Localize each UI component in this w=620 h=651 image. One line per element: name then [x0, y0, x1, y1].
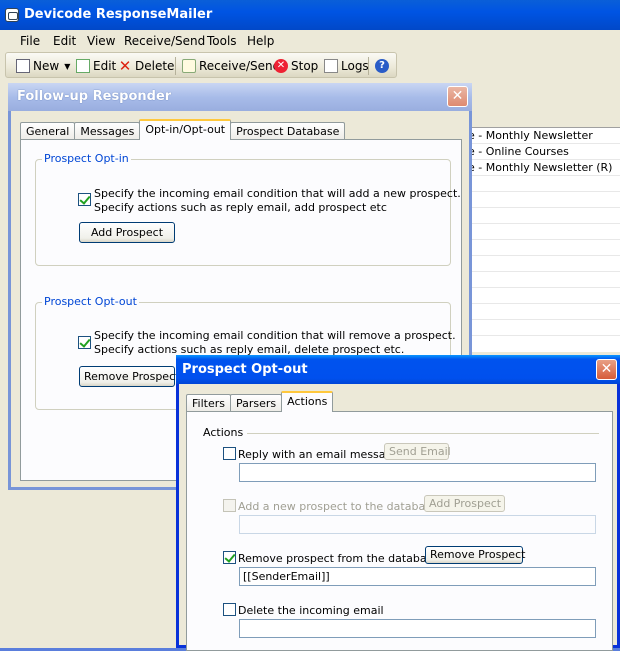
list-item[interactable]: e - Monthly Newsletter (R): [466, 160, 620, 176]
list-item[interactable]: [466, 208, 620, 224]
tab-filters[interactable]: Filters: [186, 394, 231, 412]
list-item[interactable]: [466, 224, 620, 240]
dialog-tabs: General Messages Opt-in/Opt-out Prospect…: [20, 119, 346, 140]
dialog-title: Follow-up Responder: [17, 89, 172, 104]
dialog-title-bar: Prospect Opt-out: [176, 355, 620, 384]
responder-list[interactable]: e - Monthly Newsletter e - Online Course…: [465, 128, 620, 353]
edit-icon: [76, 59, 90, 73]
main-toolbar: New ▼ Edit ✕ Delete Receive/Send ✕ Stop …: [5, 52, 397, 78]
receive-send-label: Receive/Send: [199, 59, 281, 73]
reply-label: Reply with an email message: [238, 448, 400, 461]
list-item[interactable]: [466, 288, 620, 304]
remove-prospect-checkbox[interactable]: [223, 551, 236, 564]
dialog-tabs: Filters Parsers Actions: [186, 391, 334, 412]
delete-label: Delete: [135, 59, 175, 73]
menu-file[interactable]: File: [20, 34, 40, 48]
help-icon: ?: [375, 59, 389, 73]
remove-prospect-label: Remove prospect from the database: [238, 552, 440, 565]
section-divider: [247, 433, 599, 434]
menu-help[interactable]: Help: [247, 34, 274, 48]
add-prospect-field[interactable]: [239, 515, 596, 534]
close-icon: ✕: [600, 361, 613, 377]
optin-checkbox[interactable]: [78, 193, 91, 206]
new-icon: [16, 59, 30, 73]
reply-email-field[interactable]: [239, 463, 596, 482]
add-prospect-checkbox[interactable]: [223, 499, 236, 512]
remove-prospect-button[interactable]: Remove Prospect: [425, 546, 525, 564]
delete-email-field[interactable]: [239, 619, 596, 638]
remove-prospect-button[interactable]: Remove Prospect: [79, 366, 179, 387]
menu-bar: File Edit View Receive/Send Tools Help: [0, 30, 620, 52]
edit-label: Edit: [93, 59, 117, 73]
receive-send-button[interactable]: Receive/Send: [182, 58, 280, 74]
list-item[interactable]: [466, 240, 620, 256]
add-prospect-button[interactable]: Add Prospect: [424, 495, 505, 512]
list-item[interactable]: [466, 176, 620, 192]
dialog-title-bar: Follow-up Responder: [8, 83, 472, 111]
menu-tools[interactable]: Tools: [207, 34, 237, 48]
list-item[interactable]: e - Online Courses: [466, 144, 620, 160]
group-title: Prospect Opt-out: [42, 295, 139, 308]
prospect-optout-dialog: Prospect Opt-out ✕ Filters Parsers Actio…: [176, 355, 620, 651]
help-button[interactable]: ?: [375, 58, 389, 74]
tab-actions[interactable]: Actions: [281, 391, 334, 412]
remove-prospect-field[interactable]: [[SenderEmail]]: [239, 567, 596, 586]
main-title-bar: Devicode ResponseMailer: [0, 0, 620, 30]
list-item[interactable]: [466, 304, 620, 320]
list-header: [465, 110, 620, 128]
app-icon: [5, 8, 19, 22]
section-label: Actions: [203, 426, 244, 439]
optout-checkbox[interactable]: [78, 336, 91, 349]
list-item[interactable]: [466, 272, 620, 288]
send-email-button[interactable]: Send Email: [384, 443, 451, 460]
delete-email-label: Delete the incoming email: [238, 604, 384, 617]
toolbar-separator: [368, 57, 369, 75]
optin-description-line1: Specify the incoming email condition tha…: [94, 187, 461, 200]
edit-button[interactable]: Edit: [76, 58, 116, 74]
add-prospect-label: Add a new prospect to the database: [238, 500, 438, 513]
tab-prospect-database[interactable]: Prospect Database: [230, 122, 346, 140]
app-title: Devicode ResponseMailer: [24, 7, 213, 22]
delete-button[interactable]: ✕ Delete: [118, 57, 175, 75]
prospect-optin-group: Prospect Opt-in Specify the incoming ema…: [35, 152, 461, 266]
delete-email-checkbox[interactable]: [223, 603, 236, 616]
new-button[interactable]: New ▼: [16, 58, 70, 74]
stop-icon: ✕: [274, 59, 288, 73]
close-button[interactable]: ✕: [596, 359, 617, 380]
close-button[interactable]: ✕: [447, 86, 468, 107]
dropdown-arrow-icon[interactable]: ▼: [64, 62, 70, 71]
background-panel: [0, 80, 8, 648]
optout-description-line1: Specify the incoming email condition tha…: [94, 329, 456, 342]
dialog-title: Prospect Opt-out: [182, 362, 308, 377]
list-item[interactable]: [466, 192, 620, 208]
close-icon: ✕: [451, 88, 464, 104]
logs-icon: [324, 59, 338, 73]
receive-send-icon: [182, 59, 196, 73]
tab-panel: Actions Reply with an email message Send…: [186, 411, 613, 651]
add-prospect-button[interactable]: Add Prospect: [79, 222, 175, 243]
reply-checkbox[interactable]: [223, 447, 236, 460]
menu-edit[interactable]: Edit: [53, 34, 76, 48]
tab-general[interactable]: General: [20, 122, 76, 140]
stop-label: Stop: [291, 59, 319, 73]
delete-icon: ✕: [118, 57, 132, 75]
list-item[interactable]: [466, 256, 620, 272]
tab-messages[interactable]: Messages: [74, 122, 141, 140]
tab-opt-in-opt-out[interactable]: Opt-in/Opt-out: [139, 119, 232, 140]
toolbar-separator: [175, 57, 176, 75]
new-label: New: [33, 59, 60, 73]
menu-view[interactable]: View: [87, 34, 115, 48]
logs-label: Logs: [341, 59, 369, 73]
group-title: Prospect Opt-in: [42, 152, 131, 165]
stop-button[interactable]: ✕ Stop: [274, 58, 318, 74]
logs-button[interactable]: Logs: [324, 58, 369, 74]
list-item[interactable]: e - Monthly Newsletter: [466, 128, 620, 144]
menu-receive-send[interactable]: Receive/Send: [124, 34, 205, 48]
tab-parsers[interactable]: Parsers: [229, 394, 283, 412]
list-item[interactable]: [466, 320, 620, 336]
optin-description-line2: Specify actions such as reply email, add…: [94, 201, 387, 214]
